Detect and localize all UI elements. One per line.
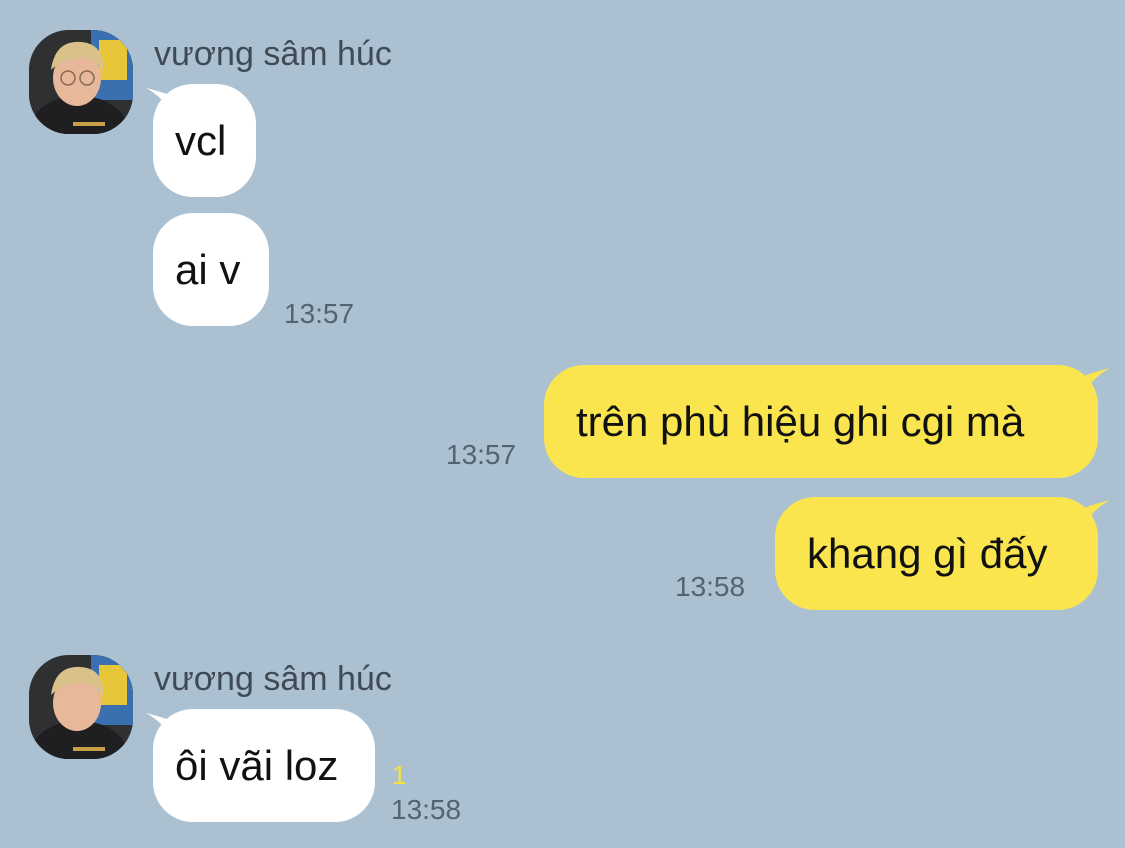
unread-count: 1 [392, 760, 407, 790]
timestamp: 13:57 [284, 298, 355, 329]
timestamp: 13:57 [446, 439, 517, 470]
message-bubble[interactable]: ôi vãi loz [153, 709, 375, 822]
timestamp: 13:58 [675, 571, 746, 602]
bubble-tail-icon [1084, 500, 1110, 526]
sender-name: vương sâm húc [154, 660, 392, 698]
timestamp: 13:58 [391, 794, 462, 825]
message-bubble[interactable]: vcl [153, 84, 256, 197]
message-bubble[interactable]: trên phù hiệu ghi cgi mà [544, 365, 1098, 478]
profile-photo-avatar-icon [29, 30, 133, 134]
bubble-tail-icon [1084, 368, 1110, 394]
sender-name: vương sâm húc [154, 35, 392, 73]
profile-photo-avatar-icon [29, 655, 133, 759]
avatar[interactable] [29, 30, 133, 134]
message-bubble[interactable]: khang gì đấy [775, 497, 1098, 610]
avatar[interactable] [29, 655, 133, 759]
message-bubble[interactable]: ai v [153, 213, 269, 326]
